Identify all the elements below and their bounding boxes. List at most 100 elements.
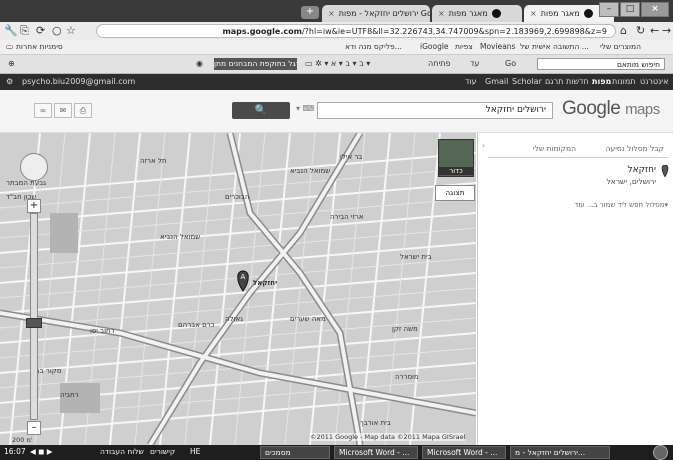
map-label: שמואל הנביא [290,167,331,175]
link-icon[interactable]: ∞ [34,103,52,118]
page-icon[interactable]: ⎘ [20,25,29,37]
navigation-bar: 🔧 ⎘ ⟳ ○ ☆ maps.google.com/?hl=iw&ie=UTF8… [0,22,673,41]
gbar-web[interactable]: אינטרנט [640,77,668,86]
tab-label: מאגר מפות [540,9,580,18]
bookmark-felix[interactable]: פליקס מנה ודא... [345,42,402,51]
new-tab-button[interactable]: + [301,6,319,19]
close-tab-icon[interactable]: × [438,9,445,18]
result-place-address: ירושלים, ישראל [606,177,656,186]
start-button[interactable] [653,445,668,460]
maximize-button[interactable]: □ [620,2,640,17]
wrench-icon[interactable]: 🔧 [4,25,18,37]
window-controls: – □ × [599,2,669,17]
gbar-gmail[interactable]: Gmail [485,77,508,86]
map-label-selected: יחזקאל [253,279,278,287]
tray-icons[interactable]: ◀ ◼ ▶ [30,447,53,456]
map-label: רחוב יפו [90,327,115,335]
tray-workspace[interactable]: שלוח העבודה [100,447,144,456]
map-scale: 200 מ' [12,436,33,444]
bookmark-igoogle[interactable]: iGoogle [420,42,449,51]
gear-icon[interactable]: ⚙ [6,77,13,86]
google-maps-logo[interactable]: Google maps [562,98,660,120]
gbar-news[interactable]: חדשות [566,77,589,86]
toolbar-plus-icon[interactable]: ⊕ [8,59,15,68]
browser-tab-google-maps[interactable]: × ירושלים יחזקאל - מפות Google [322,5,430,22]
map-label: שמואל הנביא [160,233,201,241]
toolbar-open[interactable]: פתיחה [428,59,451,68]
language-indicator[interactable]: HE [190,447,200,456]
bookmark-personal[interactable]: התשובה אישית של ... [520,42,589,51]
toolbar-circle-icon[interactable]: ◉ [196,59,203,68]
close-tab-icon[interactable]: × [530,9,537,18]
browser-tab-map-archive-1[interactable]: × מאגר מפות [432,5,522,22]
clock[interactable]: 16:07 [4,447,26,456]
result-marker-icon[interactable] [660,165,670,177]
address-bar[interactable]: maps.google.com/?hl=iw&ie=UTF8&ll=32.226… [96,24,616,38]
toolbar-highlight-label[interactable]: רגל בתוקפת המבחנים מתן [214,58,297,70]
close-tab-icon[interactable]: × [328,9,335,18]
maps-header: ∞ ✉ ⎙ 🔍 ▾ ⌨ ירושלים יחזקאל Google maps [0,90,673,133]
search-button[interactable]: 🔍 [232,102,290,119]
account-email[interactable]: psycho.biu2009@gmail.com [22,77,135,86]
print-icon[interactable]: ⎙ [74,103,92,118]
gbar-more[interactable]: עוד [465,77,477,86]
zoom-out-button[interactable]: – [27,421,41,435]
back-icon[interactable]: → [662,25,671,37]
zoom-slider-track[interactable] [30,213,38,420]
gbar-images[interactable]: תמונות [612,77,636,86]
task-documents[interactable]: מסמכים [260,446,330,459]
home-icon[interactable]: ⌂ [620,25,627,37]
google-bar: ⚙ psycho.biu2009@gmail.com אינטרנט תמונו… [0,74,673,90]
circle-icon[interactable]: ○ [52,25,62,37]
task-browser[interactable]: ירושלים יחזקאל - מ... [510,446,610,459]
close-window-button[interactable]: × [641,2,669,17]
pan-control[interactable] [20,153,48,181]
zoom-in-button[interactable]: + [27,199,41,213]
earth-view-button[interactable]: כדור [438,139,474,177]
bookmark-views[interactable]: צפיות [455,42,473,51]
zoom-slider-handle[interactable] [26,318,42,328]
bookmark-movieans[interactable]: Movieans [480,42,515,51]
map-label: ארזי הבירה [330,213,364,221]
refresh-icon[interactable]: ⟳ [36,25,45,37]
panel-tabs: קבל מסלול נסיעה המקומות שלי [488,141,668,158]
tab-my-places[interactable]: המקומות שלי [533,144,576,153]
tab-directions[interactable]: קבל מסלול נסיעה [606,144,664,153]
map-label: כרם אברהם [178,321,215,329]
task-word-2[interactable]: Microsoft Word - ... [422,446,506,459]
tray-links[interactable]: קישורים [150,447,175,456]
tab-label: ירושלים יחזקאל - מפות Google [338,9,430,18]
search-icon: 🔍 [254,105,268,116]
search-input[interactable]: ירושלים יחזקאל [317,102,553,119]
windows-taskbar: 16:07 ◀ ◼ ▶ שלוח העבודה קישורים HE מסמכי… [0,445,673,460]
toolbar-go-button[interactable]: Go [505,59,516,68]
gbar-translate[interactable]: תרגם [545,77,563,86]
forward-icon[interactable]: ← [650,25,659,37]
result-place-name[interactable]: יחזקאל [627,165,656,175]
black-circle-icon [491,9,501,18]
reload-icon[interactable]: ↻ [636,25,645,37]
map-label: בר אילן [340,153,363,161]
bookmarks-bar: ▭ סימניות אחרות המוצרים שלי התשובה אישית… [0,40,673,55]
toolbar-icons[interactable]: ▭ ✲ ▾ ב ▾ ב ▾ א ▾ [305,59,370,68]
bookmark-my-products[interactable]: המוצרים שלי [600,42,641,51]
collapse-panel-icon[interactable]: › [482,141,485,150]
minimize-button[interactable]: – [599,2,619,17]
star-icon[interactable]: ☆ [66,25,76,37]
task-word-1[interactable]: Microsoft Word - ... [334,446,418,459]
map-label: רחביה [60,391,79,399]
map-label: הבוכרים [225,193,250,201]
bookmark-other[interactable]: סימניות אחרות [16,42,63,51]
mail-icon[interactable]: ✉ [54,103,72,118]
gbar-maps[interactable]: מפות [592,77,611,86]
svg-text:A: A [241,273,246,281]
toolbar-more[interactable]: עד [470,59,479,68]
gbar-scholar[interactable]: Scholar [512,77,542,86]
keyboard-icon[interactable]: ▾ ⌨ [296,104,314,113]
toolbar-search-input[interactable]: חיפוש מותאם [537,58,665,70]
map-canvas[interactable]: A הבוכרים שמואל הנביא ארזי הבירה גבעת המ… [0,133,476,445]
browser-title-bar: + × ירושלים יחזקאל - מפות Google × מאגר … [0,0,673,22]
map-type-button[interactable]: תצוגה [435,185,475,201]
result-action-links[interactable]: מסלול חפש ליד שמור ב... עוד▾ [575,201,668,209]
black-circle-icon [583,9,593,18]
